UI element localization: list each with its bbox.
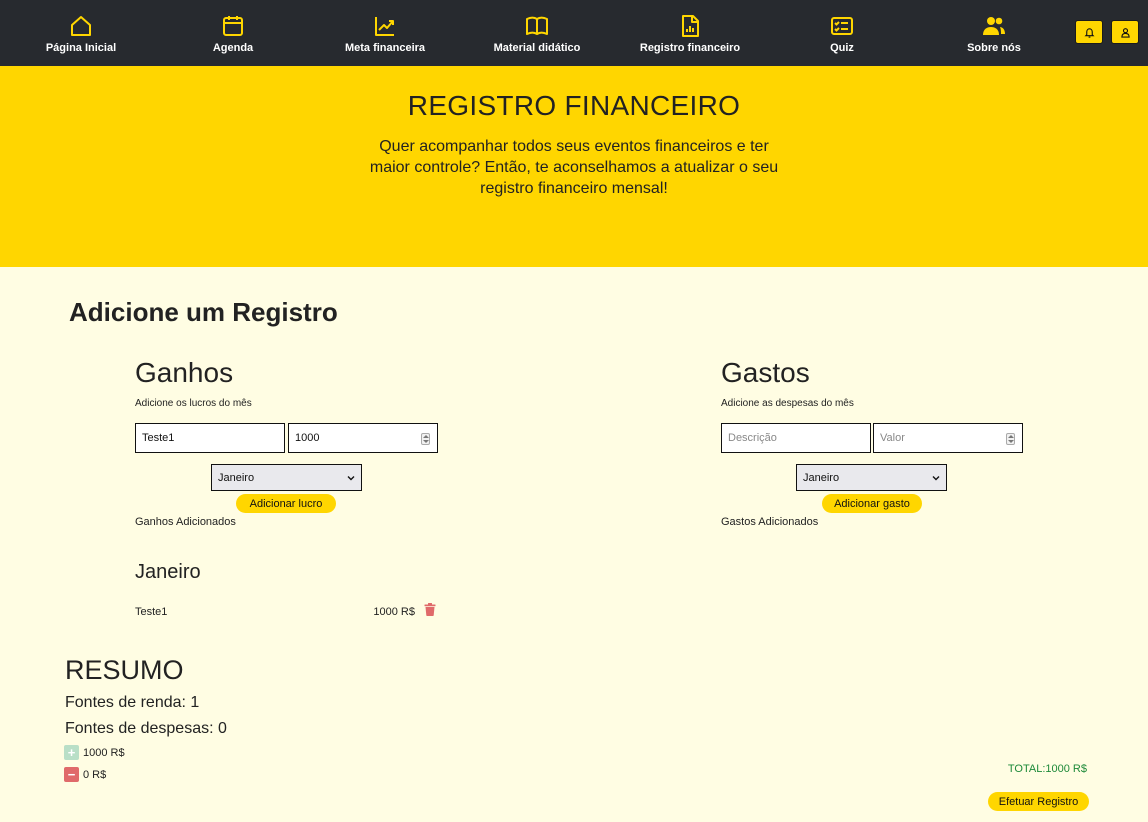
minus-icon: −: [64, 767, 79, 782]
nav-item-quiz[interactable]: Quiz: [767, 0, 917, 66]
hero-banner: REGISTRO FINANCEIRO Quer acompanhar todo…: [0, 66, 1148, 267]
chevron-down-icon: [347, 476, 355, 481]
nav-label: Registro financeiro: [639, 42, 741, 54]
add-gain-button[interactable]: Adicionar lucro: [236, 494, 336, 513]
gain-month-value: Janeiro: [218, 471, 255, 484]
gains-subtitle: Adicione os lucros do mês: [135, 398, 252, 409]
bell-icon: [1084, 27, 1094, 38]
nav-item-sobre-nos[interactable]: Sobre nós: [919, 0, 1069, 66]
plus-icon: +: [64, 745, 79, 760]
nav-item-pagina-inicial[interactable]: Página Inicial: [6, 0, 156, 66]
expenses-added-label: Gastos Adicionados: [721, 516, 819, 528]
nav-label: Quiz: [830, 42, 854, 54]
expense-month-select[interactable]: Janeiro: [796, 464, 947, 491]
nav-label: Página Inicial: [45, 42, 117, 54]
expense-description-placeholder: Descrição: [728, 432, 777, 444]
expense-total: 0 R$: [83, 769, 107, 781]
income-sources-count: Fontes de renda: 1: [65, 694, 200, 711]
gain-value-value: 1000: [295, 432, 320, 444]
expense-value-input[interactable]: Valor: [873, 423, 1023, 453]
number-stepper[interactable]: [421, 433, 430, 445]
nav-label: Material didático: [493, 42, 581, 54]
nav-item-agenda[interactable]: Agenda: [158, 0, 308, 66]
hero-description: Quer acompanhar todos seus eventos finan…: [369, 138, 779, 197]
add-record-title: Adicione um Registro: [69, 297, 338, 327]
summary-title: RESUMO: [65, 655, 184, 685]
submit-record-button[interactable]: Efetuar Registro: [988, 792, 1089, 811]
gain-entry-name: Teste1: [135, 606, 168, 618]
add-expense-button[interactable]: Adicionar gasto: [822, 494, 922, 513]
gain-entry-amount: 1000 R$: [373, 606, 415, 618]
income-total: 1000 R$: [83, 747, 125, 759]
gain-value-input[interactable]: 1000: [288, 423, 438, 453]
gain-month-select[interactable]: Janeiro: [211, 464, 362, 491]
expense-description-input[interactable]: Descrição: [721, 423, 871, 453]
gain-description-input[interactable]: Teste1: [135, 423, 285, 453]
expense-value-placeholder: Valor: [880, 432, 905, 444]
gains-month-heading: Janeiro: [135, 561, 201, 583]
trend-chart-icon: [375, 17, 394, 36]
expense-sources-count: Fontes de despesas: 0: [65, 720, 227, 737]
grand-total: TOTAL:1000 R$: [1007, 763, 1087, 775]
expense-month-value: Janeiro: [803, 471, 840, 484]
gains-title: Ganhos: [135, 357, 234, 388]
users-icon: [983, 17, 1005, 35]
nav-item-material-didatico[interactable]: Material didático: [462, 0, 612, 66]
trash-icon[interactable]: [424, 603, 436, 616]
user-icon: [1120, 27, 1130, 38]
gains-added-label: Ganhos Adicionados: [135, 516, 236, 528]
book-icon: [526, 16, 548, 35]
chevron-down-icon: [932, 476, 940, 481]
nav-label: Sobre nós: [967, 42, 1021, 54]
checklist-icon: [831, 17, 853, 35]
nav-item-meta-financeira[interactable]: Meta financeira: [310, 0, 460, 66]
profile-button[interactable]: [1111, 20, 1139, 44]
report-file-icon: [682, 15, 699, 37]
notifications-button[interactable]: [1075, 20, 1103, 44]
expenses-subtitle: Adicione as despesas do mês: [721, 398, 854, 409]
nav-label: Agenda: [212, 42, 254, 54]
page-title: REGISTRO FINANCEIRO: [407, 90, 741, 121]
gain-description-value: Teste1: [142, 432, 175, 444]
calendar-icon: [223, 16, 243, 36]
expenses-title: Gastos: [721, 357, 810, 388]
nav-label: Meta financeira: [344, 42, 426, 54]
home-icon: [71, 16, 91, 36]
top-navbar: Página Inicial Agenda Meta financeira Ma…: [0, 0, 1148, 66]
nav-item-registro-financeiro[interactable]: Registro financeiro: [615, 0, 765, 66]
number-stepper[interactable]: [1006, 433, 1015, 445]
